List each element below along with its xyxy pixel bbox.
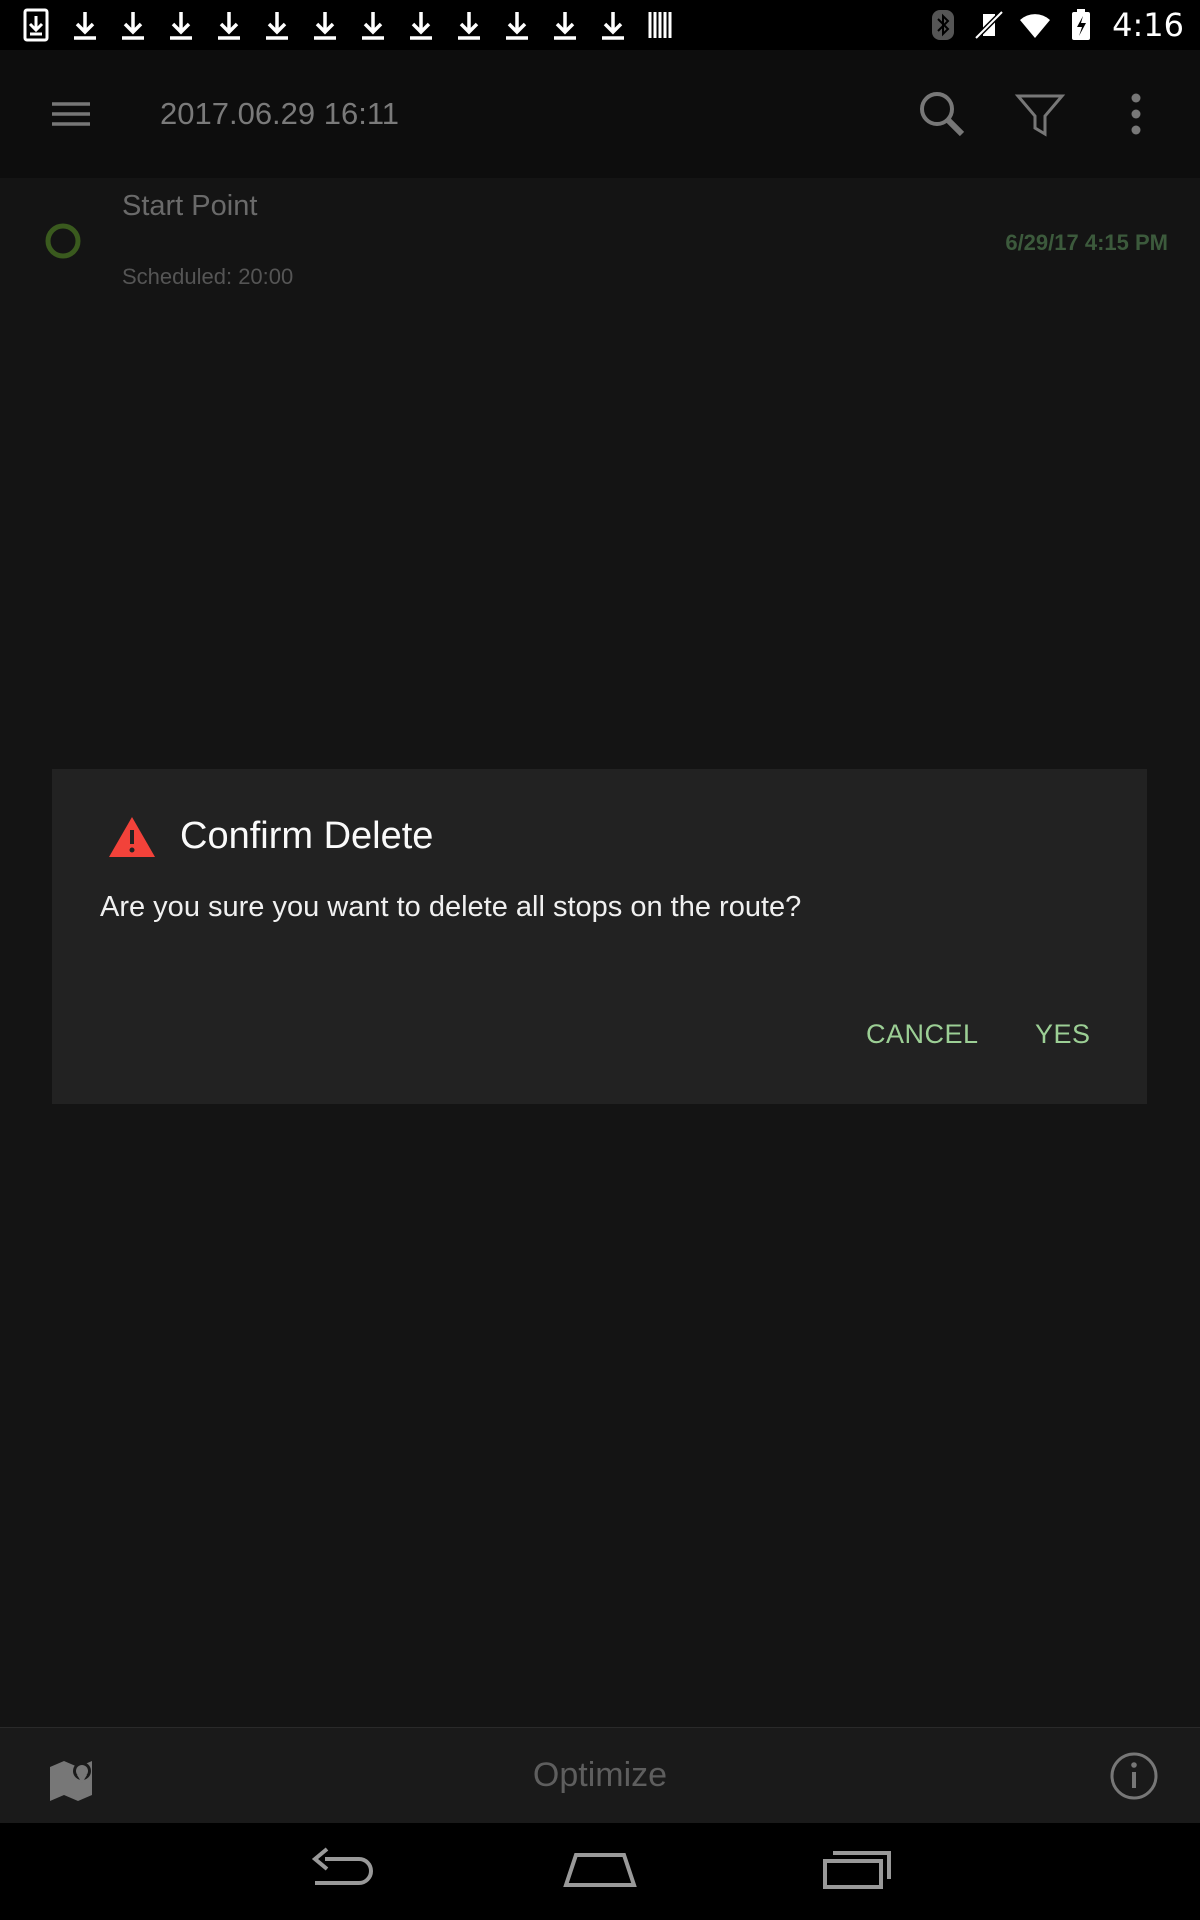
download-icon [218, 12, 240, 40]
stop-scheduled: Scheduled: 20:00 [122, 264, 294, 289]
more-vert-icon[interactable] [1106, 84, 1166, 144]
navigation-bar [0, 1823, 1200, 1920]
download-icon [74, 12, 96, 40]
cancel-button[interactable]: CANCEL [866, 1019, 979, 1050]
download-icon [554, 12, 576, 40]
info-icon[interactable] [1108, 1750, 1160, 1802]
stop-time: 6/29/17 4:15 PM [1005, 230, 1168, 255]
confirm-delete-dialog: Confirm Delete Are you sure you want to … [52, 769, 1147, 1104]
barcode-icon [648, 12, 672, 38]
download-icon [122, 12, 144, 40]
app-bar: 2017.06.29 16:11 [0, 50, 1200, 178]
warning-icon [109, 817, 155, 857]
page-title: 2017.06.29 16:11 [160, 96, 400, 131]
download-box-icon [23, 8, 49, 42]
download-icon [314, 12, 336, 40]
clock: 4:16 [1112, 6, 1184, 44]
dialog-title: Confirm Delete [180, 815, 434, 857]
yes-button[interactable]: YES [1035, 1019, 1091, 1050]
dialog-message: Are you sure you want to delete all stop… [100, 891, 802, 923]
download-icon [362, 12, 384, 40]
search-icon[interactable] [912, 84, 972, 144]
filter-icon[interactable] [1010, 84, 1070, 144]
home-icon[interactable] [560, 1845, 640, 1895]
status-bar: 4:16 [0, 0, 1200, 50]
battery-charging-icon [1072, 9, 1091, 40]
back-icon[interactable] [303, 1845, 383, 1895]
bluetooth-icon [932, 10, 955, 40]
list-item[interactable]: Start Point Scheduled: 20:00 6/29/17 4:1… [0, 178, 1200, 308]
download-icon [170, 12, 192, 40]
download-icon [602, 12, 624, 40]
download-icon [506, 12, 528, 40]
download-icon [266, 12, 288, 40]
stop-status-icon [45, 223, 81, 259]
stop-title: Start Point [122, 190, 258, 222]
menu-icon[interactable] [40, 90, 102, 138]
notification-icons [20, 8, 692, 42]
vibrate-mute-icon [974, 10, 1004, 40]
wifi-icon [1020, 14, 1051, 38]
download-icon [410, 12, 432, 40]
download-icon [458, 12, 480, 40]
recents-icon[interactable] [817, 1845, 897, 1895]
bottom-bar: Optimize [0, 1727, 1200, 1824]
optimize-button[interactable]: Optimize [0, 1756, 1200, 1795]
system-icons: 4:16 [914, 0, 1184, 50]
